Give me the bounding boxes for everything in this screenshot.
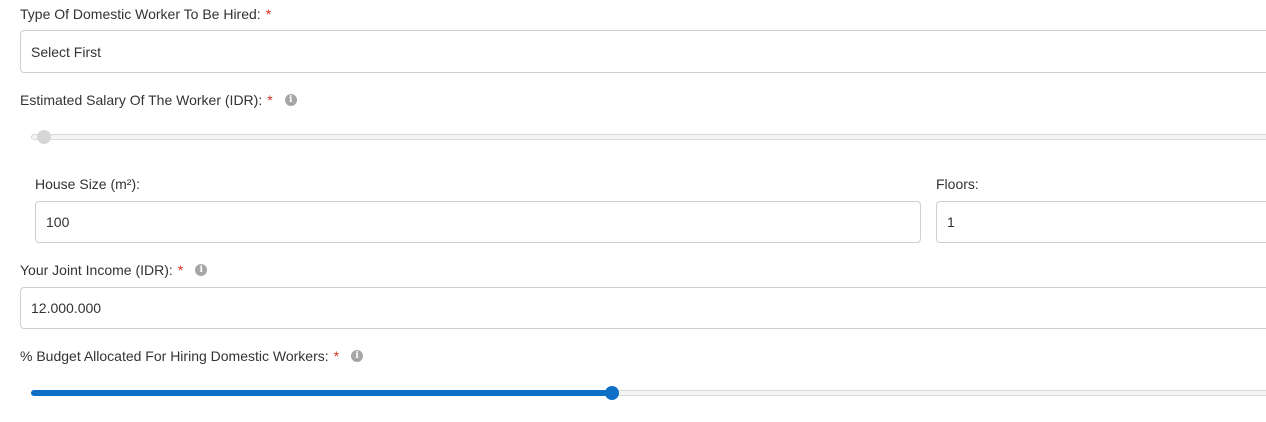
floors-label: Floors:: [936, 176, 979, 192]
required-mark: *: [177, 262, 184, 278]
house-size-label-row: House Size (m²):: [35, 176, 140, 192]
worker-type-label: Type Of Domestic Worker To Be Hired:: [20, 6, 261, 22]
house-size-input[interactable]: 100: [35, 201, 921, 243]
joint-income-label: Your Joint Income (IDR):: [20, 262, 173, 278]
budget-slider-thumb[interactable]: [605, 386, 620, 400]
worker-type-select[interactable]: Select First: [20, 30, 1266, 73]
house-size-value: 100: [46, 214, 70, 230]
info-icon[interactable]: i: [284, 94, 297, 106]
budget-slider-fill: [31, 390, 613, 396]
joint-income-label-row: Your Joint Income (IDR): * i: [20, 262, 208, 278]
required-mark: *: [333, 348, 340, 364]
worker-type-label-row: Type Of Domestic Worker To Be Hired: *: [20, 6, 271, 22]
required-mark: *: [265, 6, 272, 22]
salary-label: Estimated Salary Of The Worker (IDR):: [20, 92, 263, 108]
salary-slider-track[interactable]: [31, 134, 1266, 140]
hiring-form: Type Of Domestic Worker To Be Hired: * S…: [0, 0, 1266, 422]
joint-income-input[interactable]: 12.000.000: [20, 287, 1266, 329]
salary-slider-thumb[interactable]: [37, 130, 51, 144]
info-icon[interactable]: i: [351, 350, 364, 362]
floors-value: 1: [947, 214, 955, 230]
joint-income-value: 12.000.000: [31, 300, 102, 316]
floors-input[interactable]: 1: [936, 201, 1266, 243]
budget-label: % Budget Allocated For Hiring Domestic W…: [20, 348, 329, 364]
required-mark: *: [267, 92, 273, 108]
info-icon[interactable]: i: [195, 264, 208, 276]
house-size-label: House Size (m²):: [35, 176, 141, 192]
salary-label-row: Estimated Salary Of The Worker (IDR): * …: [20, 92, 297, 108]
floors-label-row: Floors:: [936, 176, 979, 192]
worker-type-selected-value: Select First: [31, 43, 102, 60]
budget-label-row: % Budget Allocated For Hiring Domestic W…: [20, 348, 364, 364]
